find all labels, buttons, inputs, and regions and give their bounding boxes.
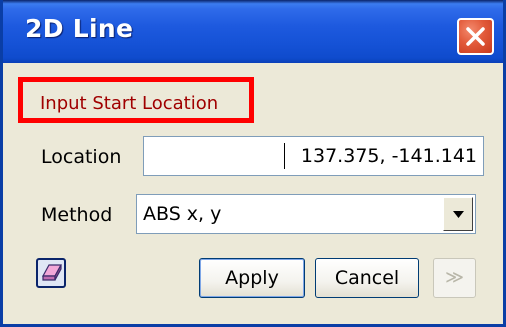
method-select[interactable]: ABS x, y [136,194,476,234]
method-dropdown-button[interactable] [443,197,473,231]
chevron-down-icon [453,211,464,218]
cancel-button[interactable]: Cancel [315,258,419,298]
eraser-icon [41,264,63,281]
title-bar[interactable]: 2D Line [3,0,503,63]
method-selected-value: ABS x, y [143,203,222,225]
location-input[interactable]: 137.375, -141.141 [143,136,484,176]
text-caret [284,143,285,169]
double-chevron-right-icon: ≫ [445,267,464,288]
close-button[interactable] [457,18,494,55]
method-label: Method [41,204,113,226]
location-value: 137.375, -141.141 [300,145,477,167]
prompt-text: Input Start Location [40,93,219,114]
apply-button[interactable]: Apply [199,258,305,298]
eraser-button[interactable] [36,258,66,288]
close-icon [466,27,485,46]
location-label: Location [41,146,122,168]
dialog-window: 2D Line Input Start Location Location 13… [0,0,506,327]
prompt-highlight: Input Start Location [18,77,254,123]
more-button[interactable]: ≫ [433,258,476,298]
window-title: 2D Line [25,14,134,43]
